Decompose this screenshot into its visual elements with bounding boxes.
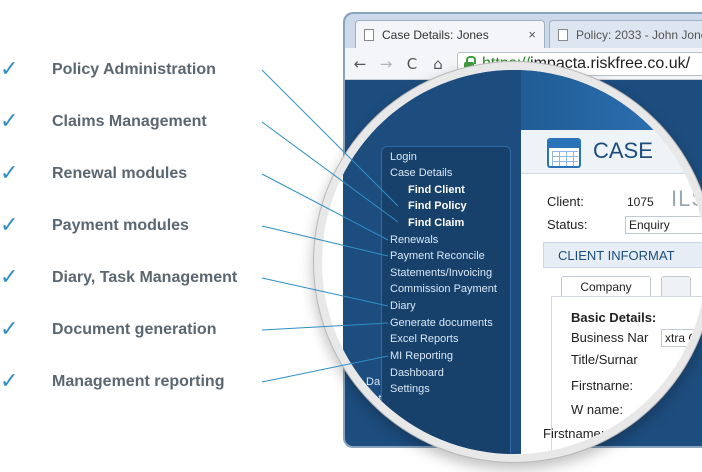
feature-claims-management: ✓ Claims Management xyxy=(0,109,207,135)
calendar-icon xyxy=(547,138,581,168)
tab-policy[interactable]: Policy: 2033 - John Jones xyxy=(549,20,702,48)
business-name-field[interactable]: xtra C xyxy=(661,329,702,347)
menu-item-renewals[interactable]: Renewals xyxy=(390,234,438,246)
background-title: ILS xyxy=(671,186,702,211)
title-surname-label: Title/Surnar xyxy=(571,352,638,367)
tab-case-details[interactable]: Case Details: Jones × xyxy=(355,20,545,48)
title-field[interactable]: Mr xyxy=(667,401,702,419)
feature-label: Management reporting xyxy=(52,373,225,390)
feature-diary-task-management: ✓ Diary, Task Management xyxy=(0,265,237,291)
menu-item-settings[interactable]: Settings xyxy=(390,383,430,395)
page-icon xyxy=(364,28,374,41)
navigation-menu: Login Case Details Find Client Find Poli… xyxy=(381,146,511,454)
feature-label: Document generation xyxy=(52,321,217,338)
firstname2-label: Firstname: xyxy=(543,426,605,441)
feature-document-generation: ✓ Document generation xyxy=(0,317,216,343)
check-icon: ✓ xyxy=(0,265,19,290)
feature-label: Policy Administration xyxy=(52,61,216,78)
check-icon: ✓ xyxy=(0,57,19,82)
menu-item-dashboard[interactable]: Dashboard xyxy=(390,367,444,379)
firstname2-field[interactable]: John xyxy=(667,425,702,443)
business-name-label: Business Nar xyxy=(571,330,649,345)
tab-title: Case Details: Jones xyxy=(382,27,489,42)
section-title: CLIENT INFORMAT xyxy=(558,248,675,263)
check-icon: ✓ xyxy=(0,213,19,238)
client-information-section: CLIENT INFORMAT xyxy=(543,242,702,268)
magnifier-lens: Da Setting Login Case Details Find Clien… xyxy=(322,70,702,454)
feature-label: Claims Management xyxy=(52,113,207,130)
basic-details-heading: Basic Details: xyxy=(571,310,657,325)
menu-item-payment-reconcile[interactable]: Payment Reconcile xyxy=(390,250,485,262)
tab-company[interactable]: Company xyxy=(561,276,651,298)
client-value: 1075 xyxy=(627,195,654,209)
status-select[interactable]: Enquiry xyxy=(625,216,702,234)
menu-item-generate-documents[interactable]: Generate documents xyxy=(390,317,493,329)
menu-item-mi-reporting[interactable]: MI Reporting xyxy=(390,350,453,362)
check-icon: ✓ xyxy=(0,161,19,186)
menu-item-find-claim[interactable]: Find Claim xyxy=(408,217,464,229)
menu-item-find-client[interactable]: Find Client xyxy=(408,184,465,196)
page-icon xyxy=(558,28,568,41)
menu-item-find-policy[interactable]: Find Policy xyxy=(408,200,467,212)
check-icon: ✓ xyxy=(0,317,19,342)
name-label: W name: xyxy=(571,402,624,417)
tab-title: Policy: 2033 - John Jones xyxy=(576,27,702,42)
check-icon: ✓ xyxy=(0,369,19,394)
menu-item-diary[interactable]: Diary xyxy=(390,300,416,312)
firstname-field[interactable]: John xyxy=(667,378,702,396)
menu-item-login[interactable]: Login xyxy=(390,151,417,163)
feature-list: ✓ Policy Administration ✓ Claims Managem… xyxy=(0,0,260,472)
close-icon[interactable]: × xyxy=(528,27,536,42)
menu-item-commission-payment[interactable]: Commission Payment xyxy=(390,283,497,295)
page-title-bar: CASE xyxy=(521,130,702,174)
feature-label: Diary, Task Management xyxy=(52,269,238,286)
menu-item-statements[interactable]: Statements/Invoicing xyxy=(390,267,492,279)
feature-policy-administration: ✓ Policy Administration xyxy=(0,57,216,83)
menu-item-case-details[interactable]: Case Details xyxy=(390,167,452,179)
sidebar-item-dashboard-behind[interactable]: Da xyxy=(366,376,380,388)
firstname-label: Firstnarne: xyxy=(571,378,634,393)
check-icon: ✓ xyxy=(0,109,19,134)
feature-payment-modules: ✓ Payment modules xyxy=(0,213,189,239)
status-label: Status: xyxy=(547,217,588,232)
feature-renewal-modules: ✓ Renewal modules xyxy=(0,161,187,187)
feature-label: Payment modules xyxy=(52,217,189,234)
feature-label: Renewal modules xyxy=(52,165,188,182)
tab-secondary[interactable] xyxy=(661,276,691,298)
page-title: CASE xyxy=(593,138,653,163)
feature-management-reporting: ✓ Management reporting xyxy=(0,369,224,395)
case-details-content: CASE ILS Client: 1075 Status: Enquiry CL… xyxy=(521,130,702,454)
client-label: Client: xyxy=(547,194,584,209)
tab-strip: Case Details: Jones × Policy: 2033 - Joh… xyxy=(345,14,702,48)
menu-item-excel-reports[interactable]: Excel Reports xyxy=(390,333,458,345)
